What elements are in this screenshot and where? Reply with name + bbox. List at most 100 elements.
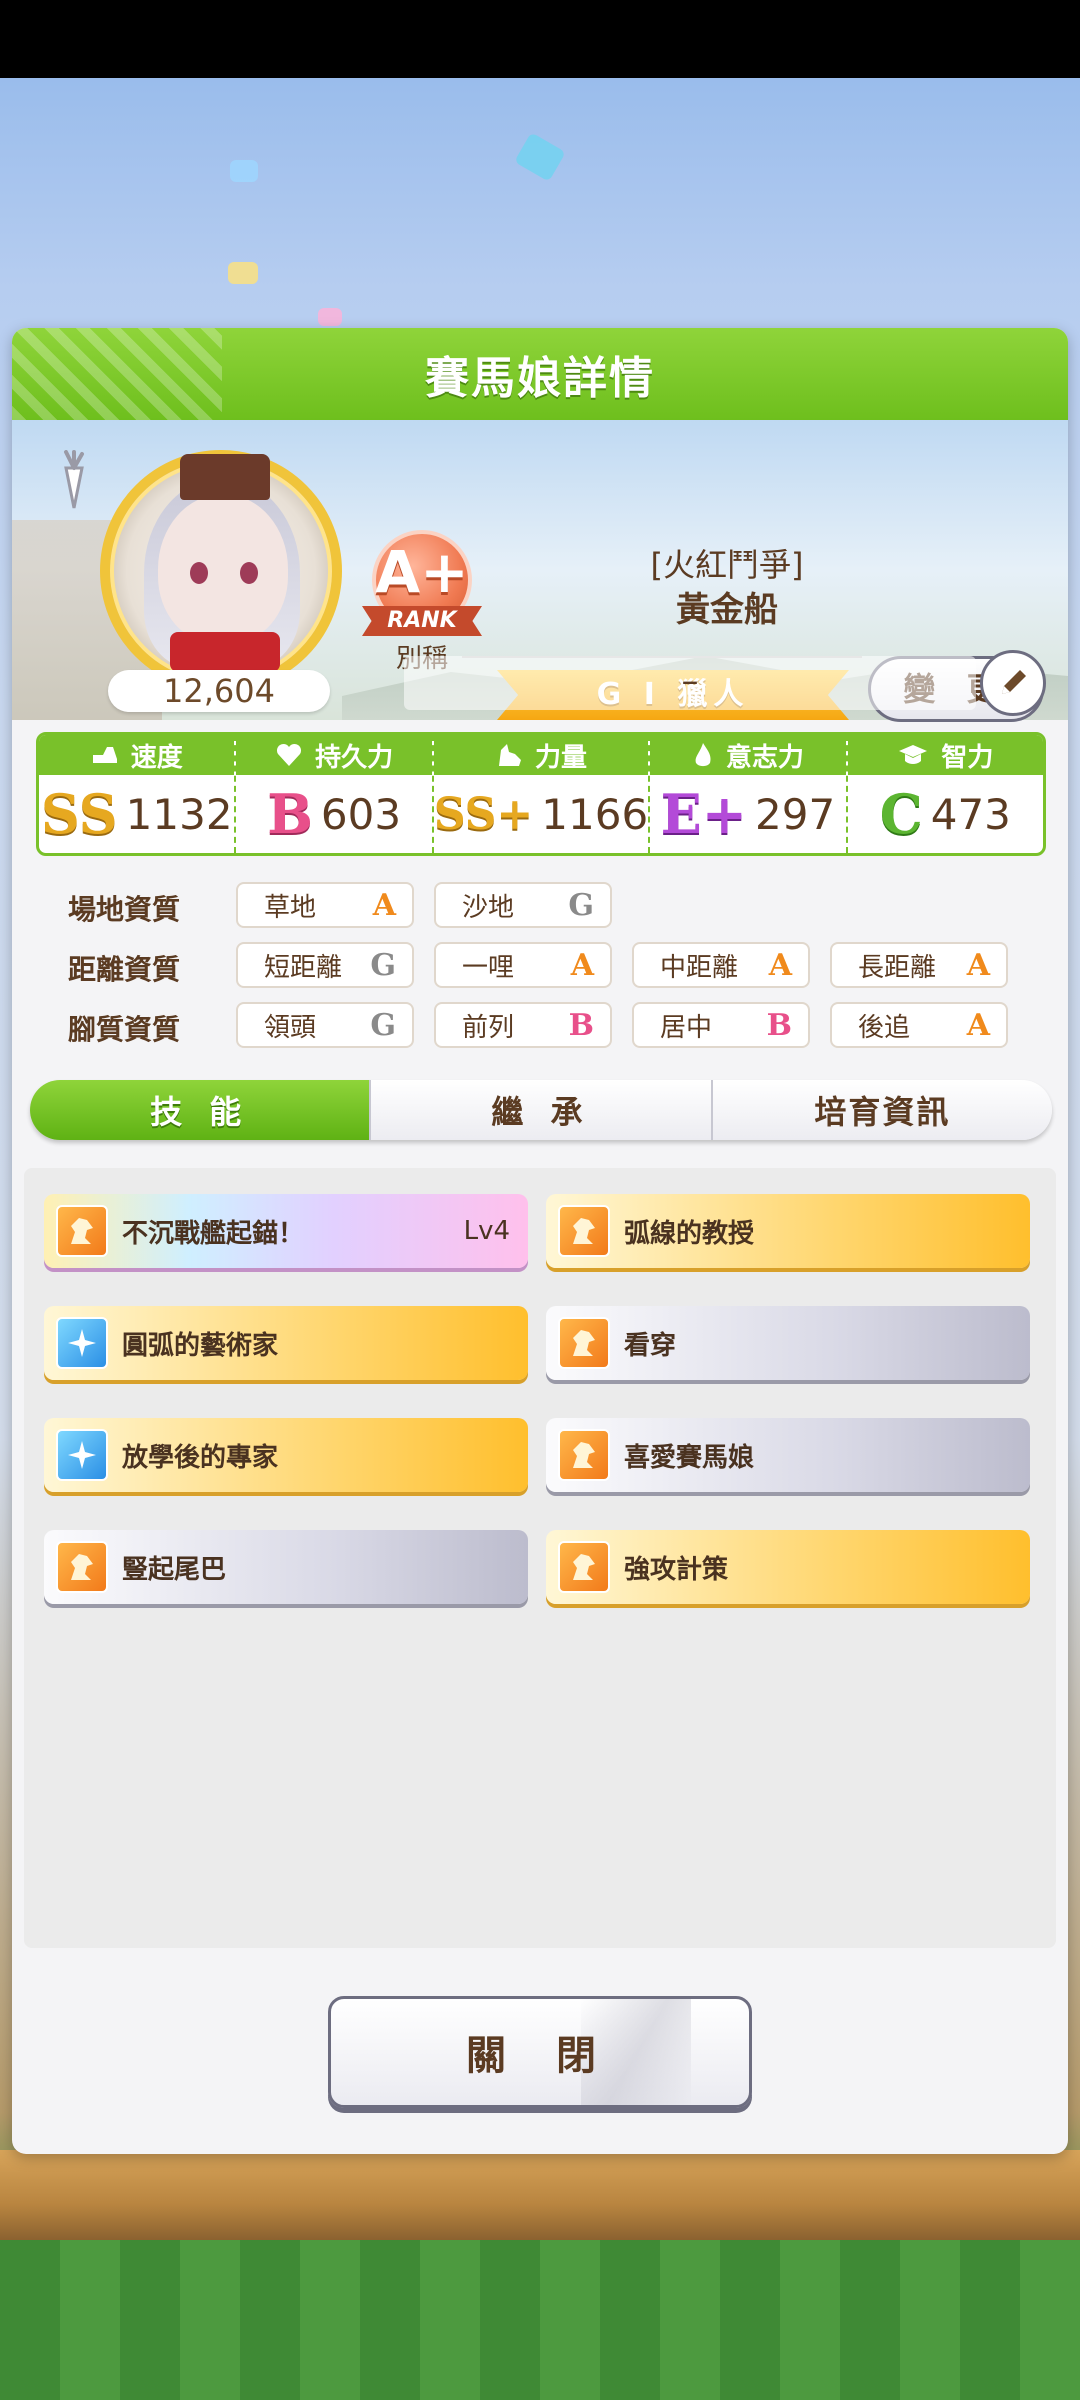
- stat-value: 473: [930, 789, 1011, 839]
- stat-stamina: 持久力 B 603: [236, 735, 434, 853]
- stat-label: 意志力: [725, 742, 804, 773]
- skill-card[interactable]: 放學後的專家: [44, 1418, 528, 1492]
- rank-grade: A+: [375, 538, 469, 606]
- stat-header: 意志力: [650, 735, 846, 775]
- graduation-cap-icon: [899, 745, 928, 764]
- aptitude-mile: 一哩 A: [434, 942, 612, 988]
- panel-title: 賽馬娘詳情: [425, 353, 655, 404]
- horse-icon: [573, 1330, 595, 1356]
- background-fence: [0, 2150, 1080, 2240]
- stat-wisdom: 智力 C 473: [847, 735, 1043, 853]
- skill-card[interactable]: 強攻計策: [546, 1530, 1030, 1604]
- comment-field: –: [404, 656, 976, 710]
- close-button-label: 關 閉: [466, 2033, 614, 2079]
- stat-value: 603: [320, 789, 402, 839]
- aptitude-name: 長距離: [858, 952, 937, 983]
- stat-label: 速度: [130, 742, 183, 773]
- aptitude-front: 領頭 G: [236, 1002, 414, 1048]
- stat-header: 速度: [39, 735, 235, 775]
- aptitude-grade: B: [766, 1007, 792, 1043]
- pencil-icon: [1002, 670, 1026, 694]
- skill-card[interactable]: 豎起尾巴: [44, 1530, 528, 1604]
- aptitude-name: 後追: [858, 1012, 911, 1043]
- character-portrait[interactable]: [100, 450, 342, 692]
- aptitude-long: 長距離 A: [830, 942, 1008, 988]
- skill-name: 喜愛賽馬娘: [624, 1442, 755, 1473]
- status-bar: [0, 0, 1080, 78]
- portrait-eye: [190, 562, 208, 584]
- horse-girl-detail-panel: 賽馬娘詳情 A+ RANK 別稱 [火紅鬥爭] 黃金船 G I 獵人 變 更 1…: [12, 328, 1068, 2154]
- skill-name: 豎起尾巴: [122, 1554, 227, 1585]
- stat-body: SS 1132: [39, 775, 234, 853]
- skill-name: 強攻計策: [624, 1554, 729, 1585]
- skill-icon: [56, 1317, 108, 1369]
- skill-name: 圓弧的藝術家: [122, 1330, 279, 1361]
- stat-grade: SS+: [433, 788, 534, 840]
- stat-speed: 速度 SS 1132: [39, 735, 237, 853]
- skill-card[interactable]: 弧線的教授: [546, 1194, 1030, 1268]
- aptitude-name: 中距離: [660, 952, 739, 983]
- aptitude-grade: A: [966, 1007, 990, 1043]
- stat-power: 力量 SS+ 1166: [433, 735, 651, 853]
- muscle-icon: [499, 744, 521, 766]
- portrait-ribbon: [170, 632, 280, 672]
- skill-name: 不沉戰艦起錨！: [122, 1218, 305, 1249]
- stat-value: 297: [755, 789, 836, 839]
- stat-body: B 603: [236, 775, 431, 853]
- stat-header: 力量: [433, 735, 649, 775]
- stat-label: 力量: [535, 742, 588, 773]
- aptitude-grade: A: [966, 947, 990, 983]
- tab-inheritance[interactable]: 繼 承: [371, 1080, 713, 1140]
- stat-header: 持久力: [236, 735, 432, 775]
- aptitude-name: 領頭: [264, 1012, 317, 1043]
- skill-icon: [56, 1429, 108, 1481]
- stats-table: 速度 SS 1132 持久力 B 603 力量 SS+ 1166 意志力 E+ …: [36, 732, 1046, 856]
- edit-comment-button[interactable]: [980, 650, 1046, 716]
- skill-name: 弧線的教授: [624, 1218, 755, 1249]
- skill-card[interactable]: 喜愛賽馬娘: [546, 1418, 1030, 1492]
- aptitude-name: 前列: [462, 1012, 515, 1043]
- aptitude-grade: A: [570, 947, 594, 983]
- stat-guts: 意志力 E+ 297: [650, 735, 848, 853]
- rank-ribbon: RANK: [362, 606, 482, 636]
- stat-header: 智力: [847, 735, 1043, 775]
- skill-icon: [558, 1317, 610, 1369]
- aptitude-grade: G: [370, 1007, 396, 1043]
- character-epithet: [火紅鬥爭]: [650, 546, 804, 584]
- track-aptitude-label: 場地資質: [68, 893, 181, 926]
- aptitude-dirt: 沙地 G: [434, 882, 612, 928]
- skill-icon: [558, 1541, 610, 1593]
- tab-skills[interactable]: 技 能: [30, 1080, 372, 1140]
- aptitude-name: 短距離: [264, 952, 343, 983]
- aptitude-medium: 中距離 A: [632, 942, 810, 988]
- horse-icon: [573, 1442, 595, 1468]
- aptitude-name: 居中: [660, 1012, 713, 1043]
- aptitude-turf: 草地 A: [236, 882, 414, 928]
- tab-training-info[interactable]: 培育資訊: [712, 1080, 1052, 1140]
- stat-label: 持久力: [315, 742, 394, 773]
- skill-card[interactable]: 看穿: [546, 1306, 1030, 1380]
- skill-list: 不沉戰艦起錨！ Lv4 弧線的教授 圓弧的藝術家 看穿 放學後的專家 喜愛賽馬娘…: [24, 1168, 1056, 1948]
- stat-body: SS+ 1166: [434, 775, 648, 853]
- horse-icon: [573, 1218, 595, 1244]
- confetti: [230, 160, 258, 182]
- skill-card[interactable]: 不沉戰艦起錨！ Lv4: [44, 1194, 528, 1268]
- aptitude-short: 短距離 G: [236, 942, 414, 988]
- close-button[interactable]: 關 閉: [328, 1996, 752, 2108]
- skill-name: 看穿: [624, 1330, 677, 1361]
- rank-badge: A+ RANK: [362, 530, 482, 646]
- stat-value: 1166: [541, 789, 649, 839]
- character-name: 黃金船: [676, 590, 778, 630]
- aptitude-late: 居中 B: [632, 1002, 810, 1048]
- detail-tabs: 技 能 繼 承 培育資訊: [30, 1080, 1052, 1140]
- stat-grade: B: [267, 782, 313, 846]
- header-pattern: [12, 328, 222, 420]
- confetti: [514, 132, 566, 182]
- skill-card[interactable]: 圓弧的藝術家: [44, 1306, 528, 1380]
- fan-count: 12,604: [108, 670, 330, 712]
- heart-icon: [277, 743, 302, 766]
- aptitude-name: 沙地: [462, 892, 515, 923]
- aptitude-grade: G: [370, 947, 396, 983]
- stat-body: C 473: [848, 775, 1043, 853]
- aptitude-grade: A: [372, 887, 396, 923]
